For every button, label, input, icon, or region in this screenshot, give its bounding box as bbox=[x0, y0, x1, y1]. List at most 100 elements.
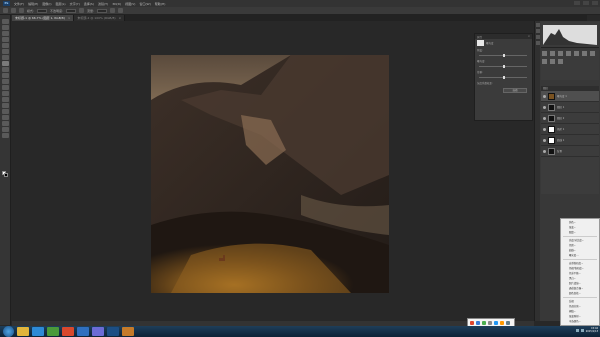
bw-icon[interactable] bbox=[542, 59, 547, 64]
type-tool-icon[interactable] bbox=[2, 109, 9, 114]
visibility-eye-icon[interactable] bbox=[543, 116, 546, 120]
hue-icon[interactable] bbox=[581, 51, 587, 56]
eraser-tool-icon[interactable] bbox=[2, 79, 9, 84]
close-icon[interactable]: × bbox=[119, 16, 122, 20]
app-taskbar-icon[interactable] bbox=[47, 327, 59, 336]
menu-3d[interactable]: 3D(D) bbox=[112, 2, 121, 6]
layer-row[interactable]: 曲线 1 bbox=[541, 135, 599, 146]
slider-knob[interactable] bbox=[503, 76, 505, 79]
explorer-taskbar-icon[interactable] bbox=[17, 327, 29, 336]
offset-slider[interactable] bbox=[479, 65, 527, 68]
app-tray-icon[interactable] bbox=[482, 320, 486, 325]
quick-select-tool-icon[interactable] bbox=[2, 37, 9, 42]
context-menu-item[interactable]: 可选颜色... bbox=[561, 319, 599, 324]
opacity-field[interactable] bbox=[66, 8, 77, 13]
blur-tool-icon[interactable] bbox=[2, 91, 9, 96]
brightness-icon[interactable] bbox=[542, 51, 547, 56]
photoshop-taskbar-icon[interactable] bbox=[107, 327, 119, 336]
path-select-tool-icon[interactable] bbox=[2, 115, 9, 120]
flow-field[interactable] bbox=[97, 8, 108, 13]
lasso-tool-icon[interactable] bbox=[2, 31, 9, 36]
minimize-icon[interactable] bbox=[574, 1, 580, 5]
menu-view[interactable]: 视图(V) bbox=[125, 2, 135, 6]
layer-row[interactable]: 图层 1 bbox=[541, 102, 599, 113]
stamp-tool-icon[interactable] bbox=[2, 67, 9, 72]
gradient-tool-icon[interactable] bbox=[2, 85, 9, 90]
gamma-slider[interactable] bbox=[479, 76, 527, 79]
menu-filter[interactable]: 滤镜(T) bbox=[98, 2, 108, 6]
layer-row[interactable]: 图层 2 bbox=[541, 113, 599, 124]
menu-window[interactable]: 窗口(W) bbox=[139, 2, 150, 6]
visibility-eye-icon[interactable] bbox=[543, 127, 546, 131]
network-icon[interactable] bbox=[575, 328, 579, 332]
visibility-eye-icon[interactable] bbox=[543, 138, 546, 142]
visibility-eye-icon[interactable] bbox=[543, 105, 546, 109]
brush-panel-icon[interactable] bbox=[19, 8, 24, 13]
tool-preset-icon[interactable] bbox=[3, 8, 8, 13]
healing-tool-icon[interactable] bbox=[2, 55, 9, 60]
browser-taskbar-icon[interactable] bbox=[32, 327, 44, 336]
marquee-tool-icon[interactable] bbox=[2, 25, 9, 30]
eyedropper-tool-icon[interactable] bbox=[2, 49, 9, 54]
vibrance-icon[interactable] bbox=[573, 51, 579, 56]
menu-select[interactable]: 选择(S) bbox=[84, 2, 94, 6]
airbrush-icon[interactable] bbox=[110, 8, 116, 13]
move-tool-icon[interactable] bbox=[2, 19, 9, 24]
pressure-size-icon[interactable] bbox=[118, 8, 124, 13]
preset-row[interactable]: 预设: bbox=[475, 47, 532, 53]
app-tray-icon[interactable] bbox=[476, 320, 480, 325]
exposure-icon[interactable] bbox=[565, 51, 571, 56]
layer-row[interactable]: 曝光度 1 bbox=[541, 91, 599, 102]
crop-tool-icon[interactable] bbox=[2, 43, 9, 48]
document-canvas-image[interactable] bbox=[151, 55, 389, 293]
visibility-eye-icon[interactable] bbox=[543, 149, 546, 153]
menu-image[interactable]: 图像(I) bbox=[42, 2, 51, 6]
pen-tool-icon[interactable] bbox=[2, 103, 9, 108]
history-brush-tool-icon[interactable] bbox=[2, 73, 9, 78]
background-color-swatch[interactable] bbox=[4, 173, 8, 177]
curves-icon[interactable] bbox=[557, 51, 563, 56]
clock[interactable]: 15:42 2015/1/13 bbox=[586, 327, 598, 333]
close-icon[interactable] bbox=[592, 1, 598, 5]
app-taskbar-icon[interactable] bbox=[62, 327, 74, 336]
pressure-icon[interactable] bbox=[79, 8, 85, 13]
auto-button[interactable]: 自动 bbox=[503, 88, 527, 93]
channel-mixer-icon[interactable] bbox=[557, 59, 563, 64]
mode-dropdown[interactable] bbox=[37, 8, 48, 13]
app-tray-icon[interactable] bbox=[494, 320, 498, 325]
shape-tool-icon[interactable] bbox=[2, 121, 9, 126]
close-icon[interactable]: × bbox=[68, 16, 71, 20]
context-menu-item[interactable]: 曝光度... bbox=[561, 253, 599, 258]
menu-file[interactable]: 文件(F) bbox=[14, 2, 24, 6]
close-icon[interactable]: × bbox=[528, 35, 530, 38]
zoom-tool-icon[interactable] bbox=[2, 133, 9, 138]
app-tray-icon[interactable] bbox=[488, 320, 492, 325]
context-menu-item[interactable]: 颜色查找... bbox=[561, 291, 599, 296]
app-tray-icon[interactable] bbox=[506, 320, 510, 325]
app-tray-icon[interactable] bbox=[500, 320, 504, 325]
app-taskbar-icon[interactable] bbox=[122, 327, 134, 336]
menu-edit[interactable]: 编辑(E) bbox=[28, 2, 38, 6]
volume-icon[interactable] bbox=[580, 328, 584, 332]
app-taskbar-icon[interactable] bbox=[92, 327, 104, 336]
layer-row[interactable]: 色阶 1 bbox=[541, 124, 599, 135]
layer-row[interactable]: 背景 bbox=[541, 146, 599, 157]
slider-knob[interactable] bbox=[503, 54, 505, 57]
context-menu-item[interactable]: 图案... bbox=[561, 230, 599, 235]
menu-layer[interactable]: 图层(L) bbox=[56, 2, 66, 6]
word-taskbar-icon[interactable] bbox=[77, 327, 89, 336]
maximize-icon[interactable] bbox=[583, 1, 589, 5]
app-tray-icon[interactable] bbox=[470, 320, 474, 325]
exposure-slider[interactable] bbox=[479, 54, 527, 57]
hand-tool-icon[interactable] bbox=[2, 127, 9, 132]
menu-help[interactable]: 帮助(H) bbox=[155, 2, 166, 6]
menu-type[interactable]: 文字(Y) bbox=[70, 2, 80, 6]
brush-tool-icon[interactable] bbox=[2, 61, 9, 66]
visibility-eye-icon[interactable] bbox=[543, 94, 546, 98]
photo-filter-icon[interactable] bbox=[549, 59, 555, 64]
start-button[interactable] bbox=[3, 326, 14, 337]
dodge-tool-icon[interactable] bbox=[2, 97, 9, 102]
slider-knob[interactable] bbox=[503, 65, 505, 68]
brush-preset-icon[interactable] bbox=[11, 8, 16, 13]
levels-icon[interactable] bbox=[549, 51, 555, 56]
